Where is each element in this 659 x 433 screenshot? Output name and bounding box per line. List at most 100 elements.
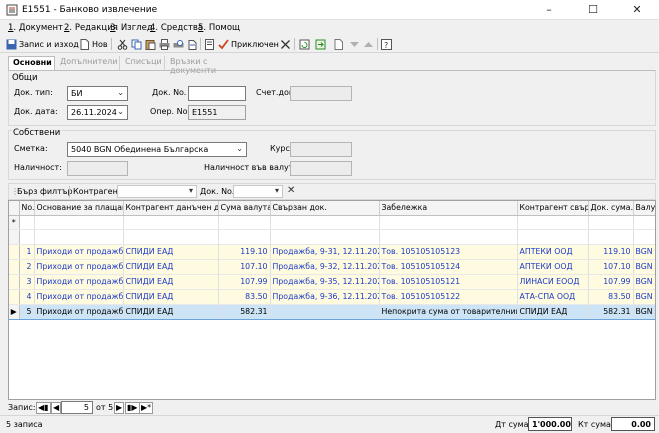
account-doc-field	[290, 86, 352, 101]
availability-field	[67, 161, 128, 176]
doc-type-select[interactable]: БИ ⌄	[67, 86, 128, 101]
help-icon: ?	[381, 38, 392, 50]
doc-no-filter-label: Док. No.	[200, 187, 235, 196]
tab-additional[interactable]: Допълнители	[56, 56, 120, 70]
rate-field	[290, 142, 352, 157]
doc-no-label: Док. No.	[152, 88, 187, 97]
title-bar: E1551 - Банково извлечение – ☐ ✕	[0, 0, 659, 20]
menu-tools[interactable]: 4. Средства	[150, 23, 203, 33]
prev-record-button[interactable]: ◀	[51, 402, 62, 414]
print-icon	[159, 38, 170, 50]
chevron-down-icon: ⌄	[236, 144, 243, 153]
table-row[interactable]: 4 Приходи от продажби СПИДИ ЕАД 83.50 Пр…	[9, 289, 655, 305]
account-label: Сметка:	[14, 144, 48, 153]
doc-date-label: Док. дата:	[14, 107, 58, 116]
blank-page-button[interactable]	[333, 37, 346, 51]
help-button[interactable]: ?	[381, 37, 394, 51]
account-select[interactable]: 5040 BGN Обединена Българска ⌄	[67, 142, 247, 157]
accept-button[interactable]: Приключен	[218, 37, 279, 51]
col-counterparty[interactable]: Контрагент данъчен док.	[123, 201, 219, 216]
credit-label: Кт сума:	[578, 420, 614, 429]
filter-bar: ⋮ Бърз филтър Контрагент: ▾ Док. No. ▾ ✕	[8, 183, 656, 200]
tab-lists[interactable]: Списъци	[121, 56, 165, 70]
delete-button[interactable]	[280, 37, 293, 51]
move-up-button[interactable]	[363, 37, 376, 51]
new-button[interactable]: Нов	[79, 37, 108, 51]
print-preview-icon	[173, 39, 184, 47]
copy-icon	[131, 39, 142, 49]
oper-no-label: Опер. No.	[150, 107, 190, 116]
cut-button[interactable]	[117, 37, 130, 51]
col-note[interactable]: Забележка	[379, 201, 518, 216]
save-exit-button[interactable]: Запис и изход	[6, 37, 79, 51]
document-button[interactable]	[204, 37, 217, 51]
col-basis[interactable]: Основание за плащане	[34, 201, 124, 216]
doc-no-field[interactable]	[188, 86, 246, 101]
delete-x-icon	[281, 39, 290, 49]
checkmark-icon	[218, 38, 229, 49]
calendar-dropdown-icon: ⌄	[117, 107, 124, 116]
col-doc-amount[interactable]: Док. сума...	[588, 201, 634, 216]
debit-label: Дт сума:	[495, 420, 532, 429]
preview-button[interactable]	[173, 37, 186, 51]
tab-document-links[interactable]: Връзки с документи	[166, 56, 250, 75]
attachment-icon	[188, 39, 197, 50]
col-linked-doc[interactable]: Свързан док.	[270, 201, 380, 216]
window-title: E1551 - Банково извлечение	[22, 5, 158, 15]
copy-button[interactable]	[131, 37, 144, 51]
tab-main[interactable]: Основни	[8, 56, 55, 70]
doc-date-field[interactable]: 26.11.2024 ⌄	[67, 105, 128, 120]
refresh-button[interactable]	[299, 37, 312, 51]
new-record-button[interactable]: ▶*	[139, 402, 154, 414]
col-amount[interactable]: Сума валута	[218, 201, 271, 216]
paste-button[interactable]	[145, 37, 158, 51]
close-button[interactable]: ✕	[615, 0, 659, 20]
availability-currency-label: Наличност във валута:	[204, 163, 302, 172]
clear-filter-icon[interactable]: ✕	[287, 185, 295, 196]
col-cp-linked[interactable]: Контрагент свър...	[517, 201, 589, 216]
menu-document[interactable]: 1. Документ	[8, 23, 63, 33]
cut-icon	[117, 39, 128, 50]
payments-grid[interactable]: No. Основание за плащане Контрагент данъ…	[8, 200, 656, 400]
record-navigator: Запис: ◀▮ ◀ 5 от 5 ▶ ▮▶ ▶*	[8, 401, 656, 415]
arrow-down-icon	[350, 41, 359, 47]
general-group-title: Общи	[12, 73, 38, 83]
next-record-button[interactable]: ▶	[114, 402, 125, 414]
table-row[interactable]: 3 Приходи от продажби СПИДИ ЕАД 107.99 П…	[9, 274, 655, 290]
move-down-button[interactable]	[349, 37, 362, 51]
navigator-label: Запис:	[8, 403, 36, 412]
export-button[interactable]	[315, 37, 328, 51]
minimize-button[interactable]: –	[527, 0, 571, 20]
new-document-icon	[80, 38, 89, 50]
current-record-input[interactable]: 5	[61, 401, 93, 414]
toolbar: Запис и изход Нов Приключен ?	[0, 35, 659, 53]
print-button[interactable]	[159, 37, 172, 51]
record-count-label: от 5	[96, 403, 114, 412]
chevron-down-icon: ▾	[274, 186, 279, 195]
oper-no-field: E1551	[188, 105, 246, 120]
debit-sum-field: 1'000.00	[528, 417, 572, 431]
paste-icon	[145, 39, 156, 50]
table-row[interactable]: 2 Приходи от продажби СПИДИ ЕАД 107.10 П…	[9, 259, 655, 275]
chevron-down-icon: ▾	[188, 186, 193, 195]
menu-help[interactable]: 5. Помощ	[198, 23, 240, 33]
table-row[interactable]: 1 Приходи от продажби СПИДИ ЕАД 119.10 П…	[9, 244, 655, 260]
counterparty-filter-input[interactable]: ▾	[117, 185, 197, 198]
doc-no-filter-input[interactable]: ▾	[233, 185, 283, 198]
col-currency[interactable]: Валута	[633, 201, 655, 216]
own-group-title: Собствени	[12, 128, 62, 138]
first-record-button[interactable]: ◀▮	[36, 402, 51, 414]
attach-button[interactable]	[187, 37, 200, 51]
menu-bar: 1. Документ 2. Редакция 3. Изглед 4. Сре…	[0, 21, 659, 35]
col-no[interactable]: No.	[19, 201, 35, 216]
save-icon	[6, 39, 17, 49]
last-record-button[interactable]: ▮▶	[125, 402, 140, 414]
credit-sum-field: 0.00	[611, 417, 655, 431]
maximize-button[interactable]: ☐	[571, 0, 615, 20]
table-row-selected[interactable]: ▶ 5 Приходи от продажби СПИДИ ЕАД 582.31…	[9, 303, 655, 320]
menu-view[interactable]: 3. Изглед	[110, 23, 153, 33]
doc-type-label: Док. тип:	[14, 88, 53, 97]
grid-header: No. Основание за плащане Контрагент данъ…	[9, 201, 655, 216]
record-count-status: 5 записа	[6, 420, 43, 429]
new-row[interactable]: *	[9, 215, 655, 230]
